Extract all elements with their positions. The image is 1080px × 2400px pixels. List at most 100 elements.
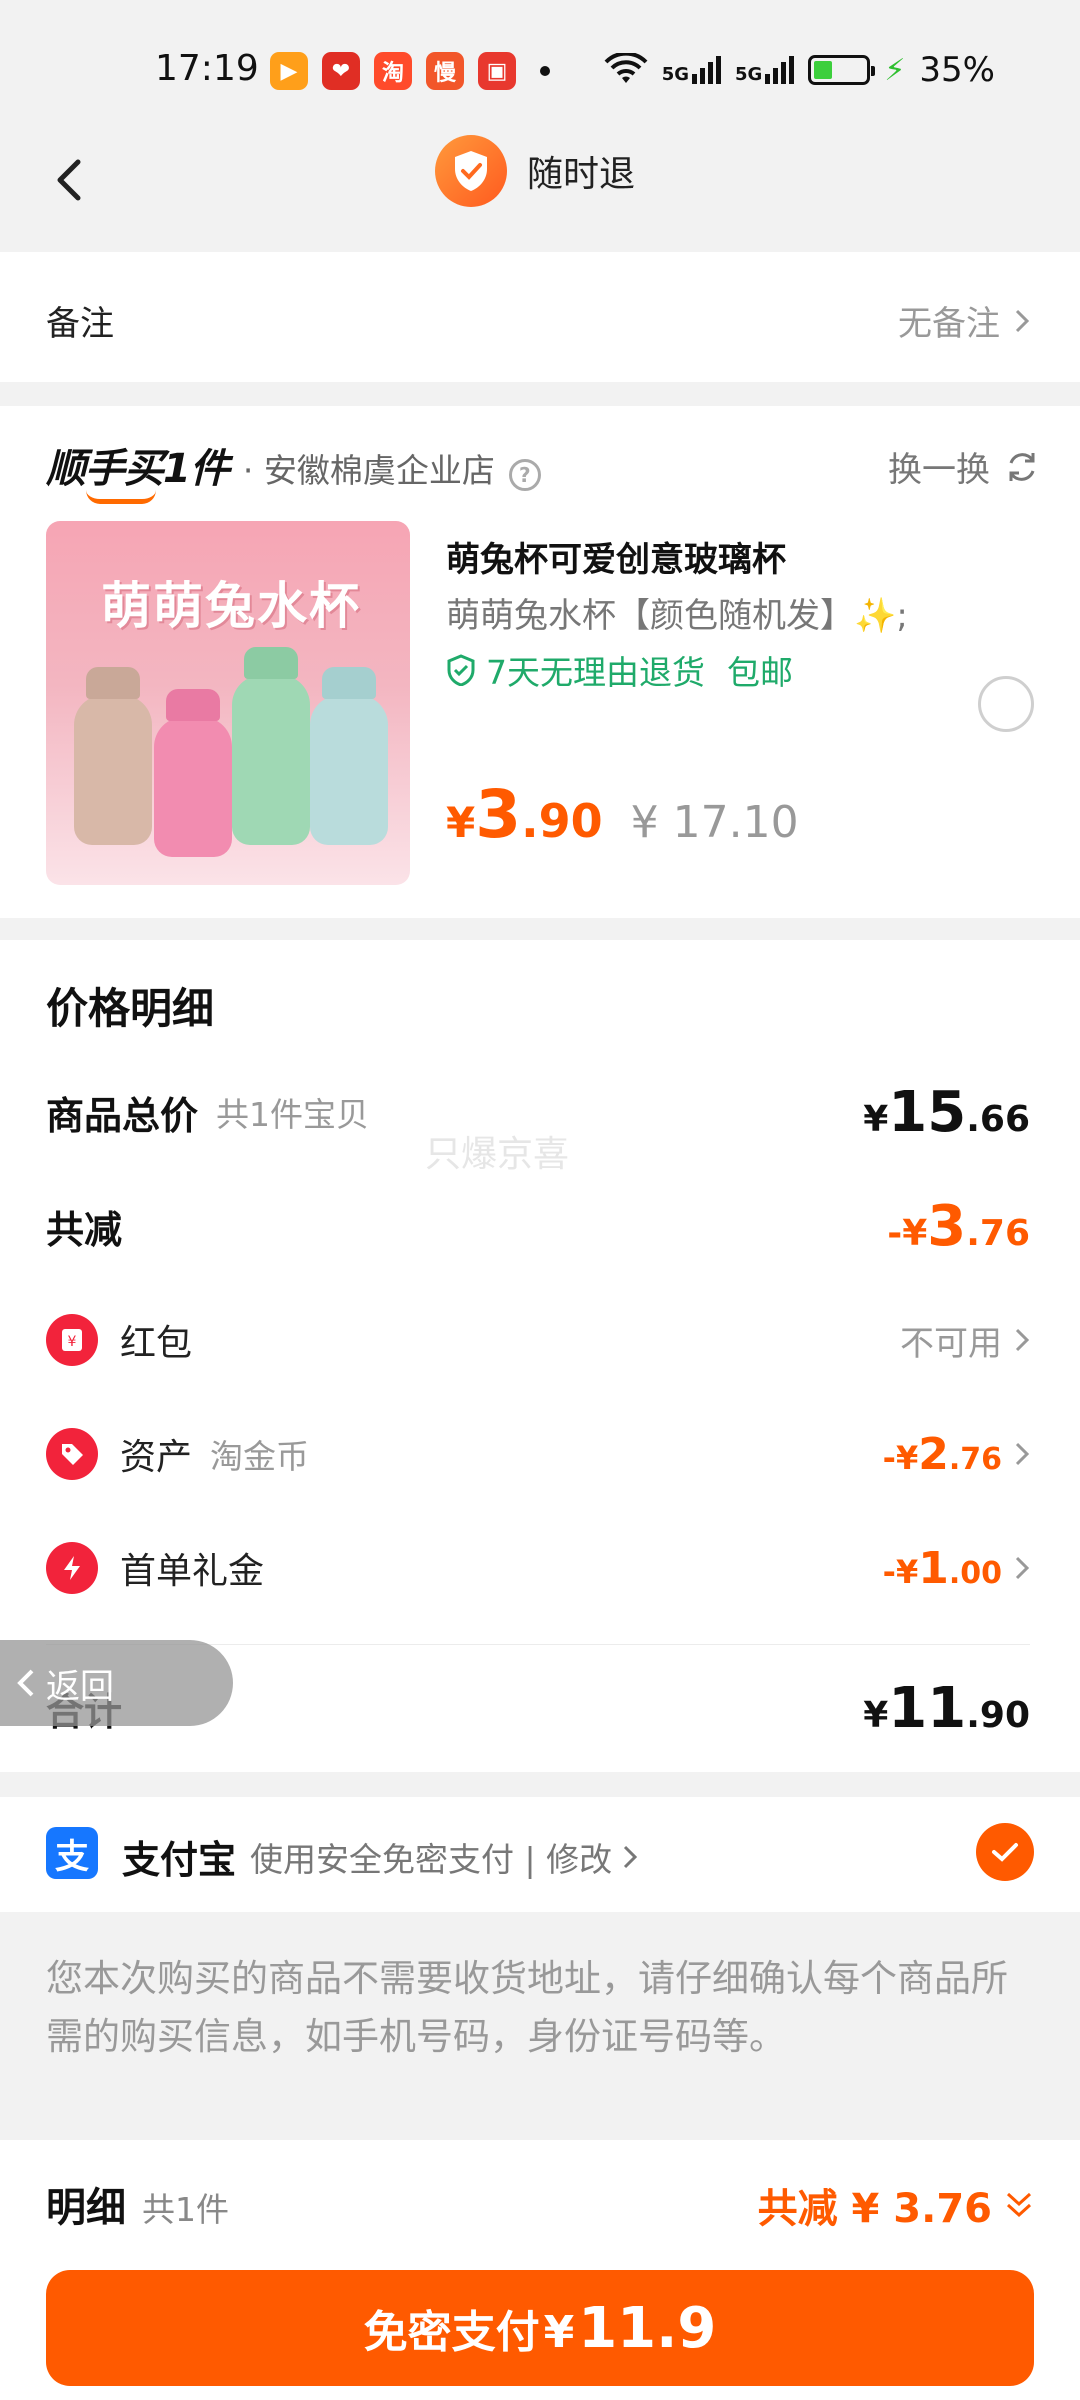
- chevron-right-icon: [624, 1845, 638, 1869]
- product-image-caption: 萌萌兔水杯: [101, 577, 361, 635]
- discount-summary[interactable]: 共减 ¥ 3.76: [758, 2176, 1034, 2234]
- chevron-right-icon: [1015, 1328, 1030, 1352]
- chevron-left-icon: [17, 1669, 34, 1697]
- brand-smile-mark: [86, 490, 156, 504]
- notification-icons: ▶ ❤ 淘 慢 ▣: [270, 52, 550, 90]
- pay-button-currency: ¥: [543, 2307, 575, 2358]
- bottle-green: [232, 647, 310, 845]
- swap-button[interactable]: 换一换: [888, 442, 1040, 491]
- app-video-icon: ▶: [270, 52, 308, 90]
- sum-value: ¥11.90: [863, 1675, 1030, 1741]
- double-chevron-down-icon: [1006, 2192, 1032, 2218]
- shield-check-icon: [435, 135, 507, 207]
- status-bar: 17:19 ▶ ❤ 淘 慢 ▣ 5G 5G ⚡ 35%: [0, 0, 1080, 135]
- chevron-right-icon: [1015, 1442, 1030, 1466]
- back-arrow-icon[interactable]: [40, 150, 100, 210]
- pay-button-label: 免密支付: [363, 2307, 540, 2358]
- network-type-1: 5G: [661, 64, 690, 85]
- top-nav: 随时退: [0, 120, 1080, 250]
- battery-icon: [808, 55, 876, 85]
- app-pinduoduo-icon: ❤: [322, 52, 360, 90]
- product-spec: 萌萌兔水杯【颜色随机发】✨;: [446, 596, 908, 636]
- red-packet-label: 红包: [120, 1323, 193, 1364]
- red-packet-icon: ¥: [46, 1314, 98, 1366]
- bottle-beige: [74, 667, 152, 845]
- status-time: 17:19: [155, 48, 259, 89]
- selected-check-icon[interactable]: [976, 1823, 1034, 1881]
- float-back-button[interactable]: 返回: [0, 1640, 233, 1726]
- goods-total-value: ¥15.66: [863, 1079, 1030, 1145]
- remark-value: 无备注: [898, 304, 1000, 344]
- asset-label: 资产: [120, 1437, 193, 1478]
- payment-method-name: 支付宝: [122, 1838, 237, 1882]
- signal-5g-icon: 5G: [661, 56, 722, 85]
- red-packet-value: 不可用: [900, 1323, 1002, 1364]
- shop-name[interactable]: · 安徽棉虞企业店: [243, 444, 495, 492]
- current-price: ¥3.90: [446, 776, 603, 853]
- goods-count: 共1件宝贝: [216, 1095, 370, 1134]
- refresh-icon: [1009, 452, 1035, 481]
- product-price: ¥3.90 ¥ 17.10: [446, 776, 799, 853]
- bottle-pink: [154, 689, 232, 857]
- shipping-tag: 包邮: [727, 653, 793, 692]
- red-packet-row[interactable]: ¥ 红包 不可用: [46, 1310, 1030, 1370]
- app-redpacket-icon: ▣: [478, 52, 516, 90]
- payment-method-row[interactable]: 支 支付宝 使用安全免密支付 | 修改: [0, 1797, 1080, 1912]
- item-count: 共1件: [142, 2190, 229, 2229]
- app-taobao-icon: 淘: [374, 52, 412, 90]
- charging-icon: ⚡: [884, 52, 906, 88]
- page-title: 随时退: [527, 154, 636, 195]
- discount-value: -¥3.76: [887, 1193, 1030, 1259]
- svg-text:¥: ¥: [68, 1334, 77, 1350]
- remark-value-group: 无备注: [898, 296, 1030, 345]
- product-image[interactable]: 萌萌兔水杯: [46, 521, 410, 885]
- goods-total-label: 商品总价: [46, 1093, 199, 1138]
- service-tags: 7天无理由退货 包邮: [446, 646, 793, 694]
- first-order-label: 首单礼金: [120, 1551, 265, 1592]
- notice-text: 您本次购买的商品不需要收货地址，请仔细确认每个商品所需的购买信息，如手机号码，身…: [46, 1957, 1008, 2058]
- detail-toggle[interactable]: 明细 共1件: [46, 2175, 229, 2233]
- chevron-right-icon: [1015, 1556, 1030, 1580]
- asset-row[interactable]: 资产 淘金币 -¥2.76: [46, 1424, 1030, 1484]
- discount-row: 共减 -¥3.76: [46, 1193, 1030, 1259]
- header-title-group: 随时退: [435, 135, 635, 207]
- detail-label: 明细: [46, 2185, 126, 2231]
- original-price: ¥ 17.10: [630, 797, 799, 848]
- payment-desc[interactable]: 使用安全免密支付 | 修改: [250, 1833, 638, 1881]
- app-slow-icon: 慢: [426, 52, 464, 90]
- chevron-right-icon: [1015, 309, 1030, 332]
- pay-button-amount: 11.9: [578, 2296, 717, 2361]
- network-type-2: 5G: [735, 64, 763, 85]
- brand-group: 顺手买1件 · 安徽棉虞企业店 ?: [46, 436, 541, 504]
- status-right: 5G 5G ⚡ 35%: [604, 50, 995, 90]
- bottom-bar: 明细 共1件 共减 ¥ 3.76 免密支付 ¥ 11.9: [0, 2140, 1080, 2400]
- remark-label: 备注: [46, 304, 114, 344]
- lightning-icon: [46, 1542, 98, 1594]
- discount-label: 共减: [46, 1207, 123, 1252]
- brand-logo: 顺手买1件: [46, 446, 230, 492]
- pay-button[interactable]: 免密支付 ¥ 11.9: [46, 2270, 1034, 2386]
- product-title[interactable]: 萌兔杯可爱创意玻璃杯: [446, 532, 786, 581]
- more-notifications-dot: [540, 66, 550, 76]
- asset-value: -¥2.76: [882, 1428, 1002, 1480]
- wifi-icon: [604, 53, 648, 83]
- discount-summary-text: 共减 ¥ 3.76: [757, 2186, 992, 2232]
- select-radio[interactable]: [978, 676, 1034, 732]
- swap-label: 换一换: [888, 450, 990, 490]
- float-back-label: 返回: [46, 1666, 114, 1707]
- signal-5g-icon-2: 5G: [735, 56, 795, 85]
- product-card: 顺手买1件 · 安徽棉虞企业店 ? 换一换 萌萌兔水杯 萌兔杯可爱创意玻璃杯 萌…: [0, 406, 1080, 918]
- return-tag: 7天无理由退货: [486, 653, 705, 692]
- alipay-icon: 支: [46, 1827, 98, 1879]
- tag-icon: [46, 1428, 98, 1480]
- remark-row[interactable]: 备注 无备注: [0, 252, 1080, 382]
- first-order-row[interactable]: 首单礼金 -¥1.00: [46, 1538, 1030, 1598]
- help-icon[interactable]: ?: [508, 459, 541, 491]
- battery-percent: 35%: [919, 50, 995, 90]
- payment-desc-text: 使用安全免密支付 | 修改: [250, 1840, 613, 1879]
- shield-check-icon: [447, 654, 475, 686]
- price-detail-title: 价格明细: [46, 984, 215, 1033]
- first-order-value: -¥1.00: [882, 1542, 1002, 1594]
- watermark: 只爆京喜: [425, 1134, 570, 1175]
- asset-note: 淘金币: [210, 1437, 310, 1476]
